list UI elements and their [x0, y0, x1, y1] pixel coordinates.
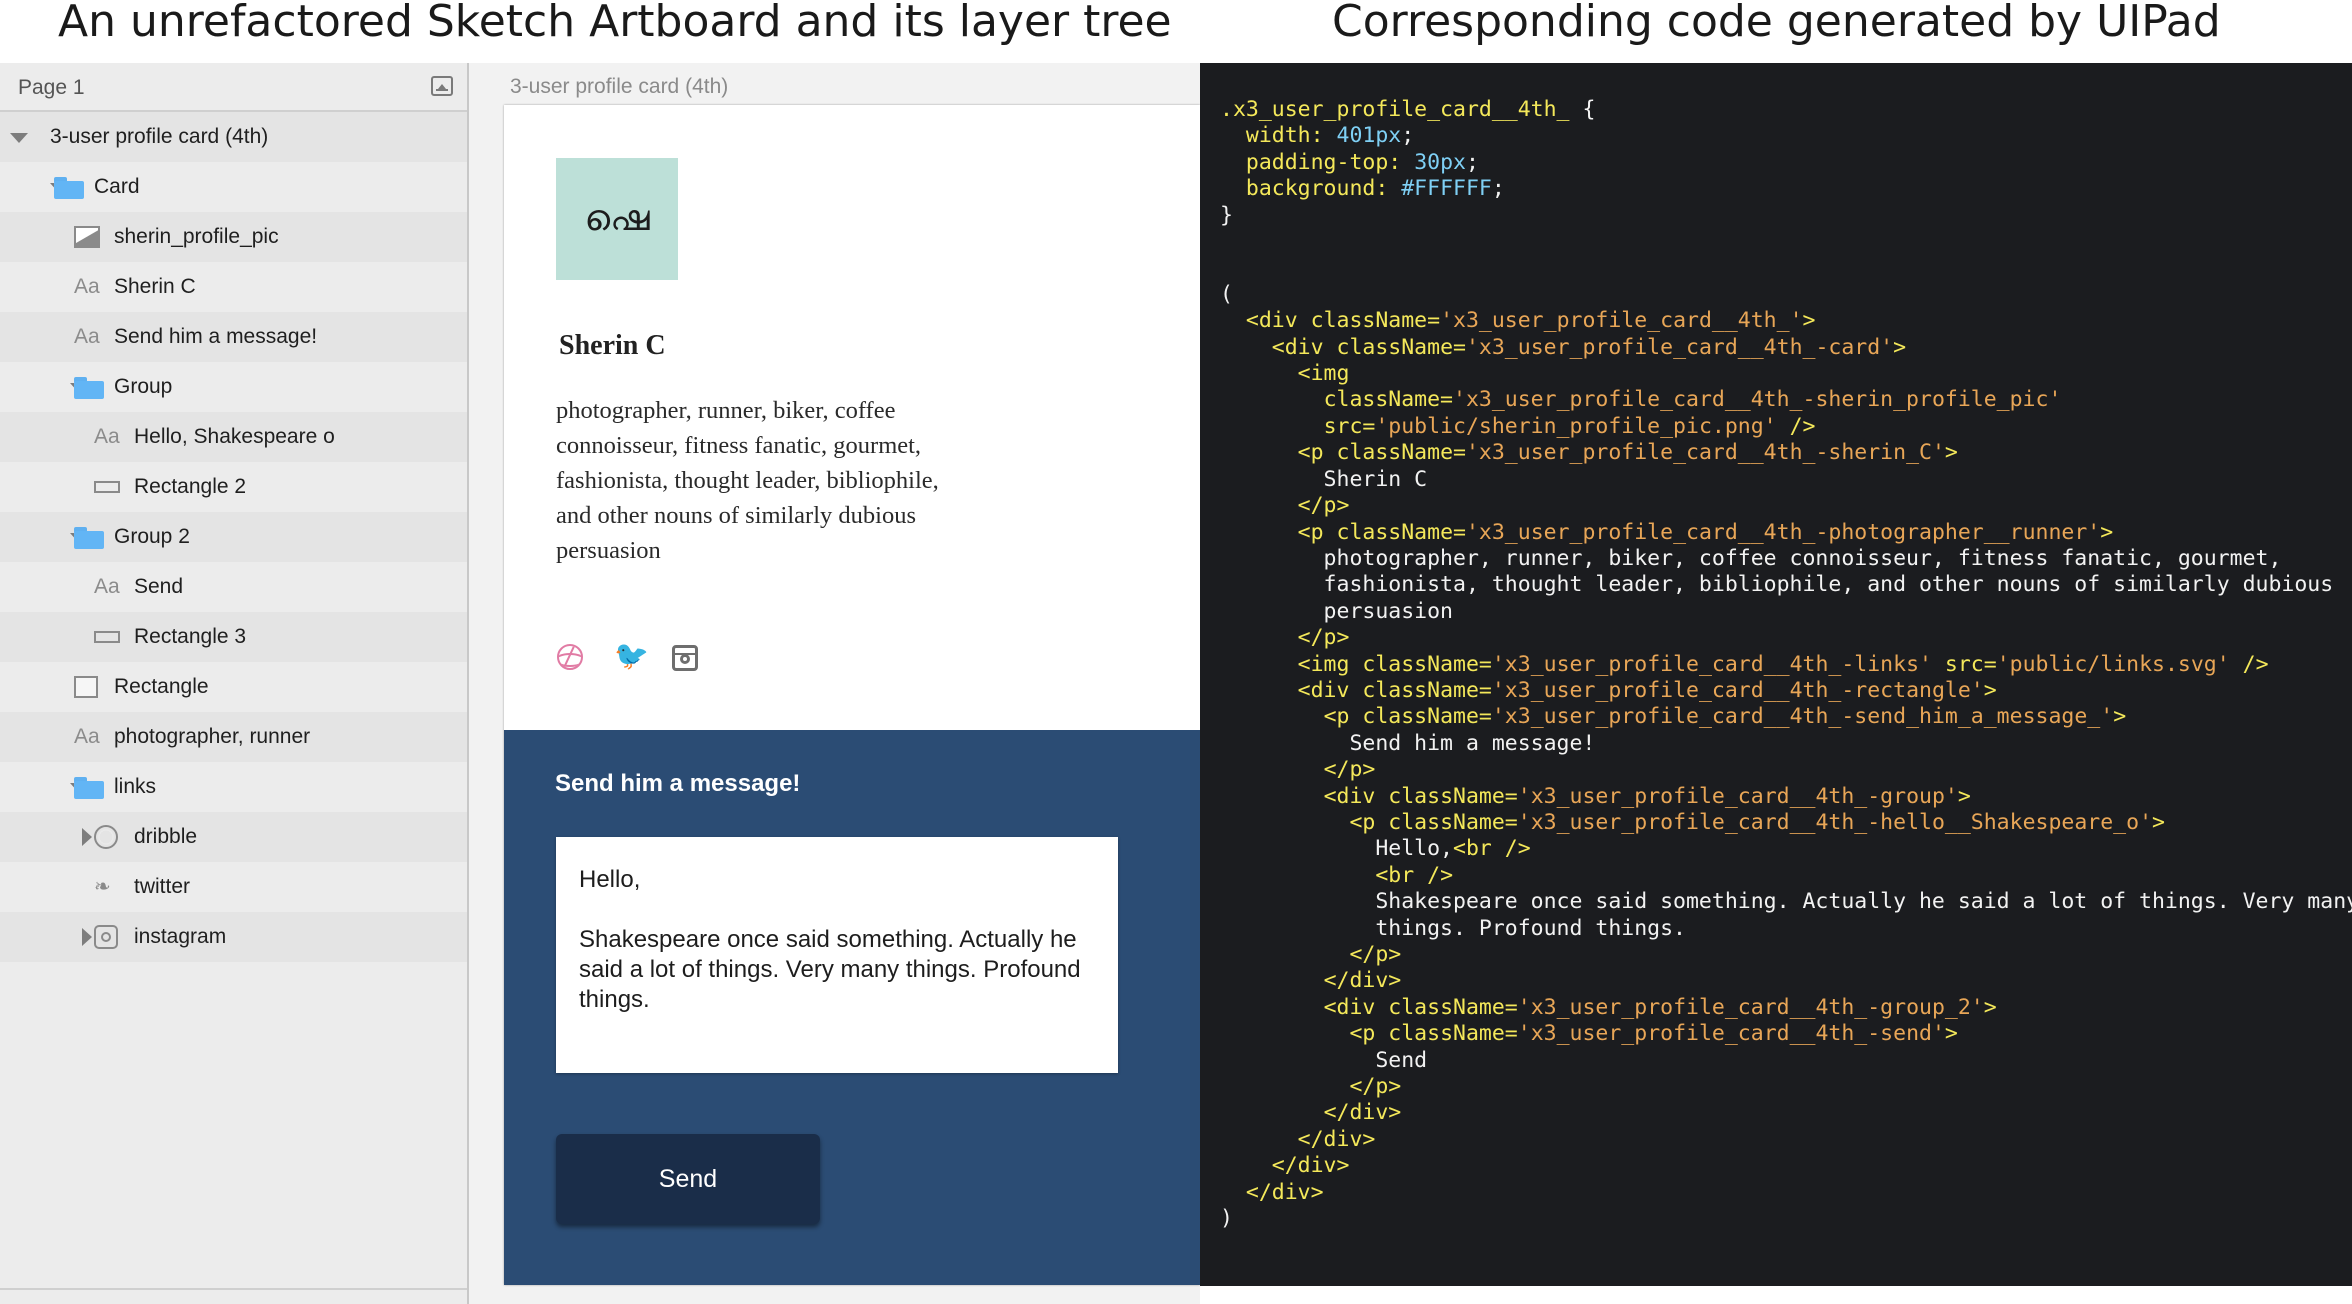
layer-row[interactable]: Aa photographer, runner: [0, 712, 467, 762]
message-title[interactable]: Send him a message!: [555, 770, 800, 798]
folder-icon: [74, 777, 104, 799]
code-block[interactable]: .x3_user_profile_card__4th_ { width: 401…: [1220, 97, 2352, 1232]
layer-row[interactable]: Aa Hello, Shakespeare o: [0, 412, 467, 462]
layer-row[interactable]: Rectangle 3: [0, 612, 467, 662]
layer-label: Hello, Shakespeare o: [134, 425, 335, 448]
twitter-icon[interactable]: 🐦: [614, 639, 649, 673]
twitter-icon: ❧: [94, 876, 111, 898]
layer-label: Card: [94, 175, 140, 198]
dribbble-icon: [94, 825, 118, 849]
rectangle-icon: [94, 481, 120, 493]
profile-name[interactable]: Sherin C: [559, 330, 666, 362]
text-layer-icon: Aa: [74, 725, 100, 748]
rectangle-icon: [94, 631, 120, 643]
layer-label: Rectangle 2: [134, 475, 247, 498]
layer-row[interactable]: Aa Sherin C: [0, 262, 467, 312]
caption-right: Corresponding code generated by UIPad: [1332, 0, 2221, 47]
layer-label: photographer, runner: [114, 725, 311, 748]
canvas: 3-user profile card (4th) ഷെ Sherin C ph…: [469, 63, 1200, 1304]
layer-row[interactable]: Card: [0, 162, 467, 212]
collapse-triangle-icon[interactable]: [82, 828, 92, 846]
layer-row[interactable]: dribble: [0, 812, 467, 862]
layer-label: links: [114, 775, 157, 798]
folder-icon: [54, 177, 84, 199]
layer-label: instagram: [134, 925, 227, 948]
collapse-triangle-icon[interactable]: [82, 928, 92, 946]
text-layer-icon: Aa: [94, 575, 120, 598]
layer-label: Group: [114, 375, 173, 398]
layer-row[interactable]: ❧ twitter: [0, 862, 467, 912]
code-panel: .x3_user_profile_card__4th_ { width: 401…: [1200, 63, 2352, 1286]
layer-row[interactable]: Aa Send him a message!: [0, 312, 467, 362]
caption-left: An unrefactored Sketch Artboard and its …: [58, 0, 1172, 47]
folder-icon: [74, 377, 104, 399]
layer-row[interactable]: Rectangle: [0, 662, 467, 712]
layer-row[interactable]: Aa Send: [0, 562, 467, 612]
layer-list: 3-user profile card (4th) Card sherin_prof…: [0, 112, 467, 962]
rectangle-icon: [74, 676, 98, 698]
message-section: Send him a message! Hello, Shakespeare o…: [504, 730, 1200, 1285]
layer-row[interactable]: instagram: [0, 912, 467, 962]
instagram-icon: [94, 925, 118, 949]
artboard[interactable]: ഷെ Sherin C photographer, runner, biker,…: [504, 105, 1200, 1285]
layer-label: sherin_profile_pic: [114, 225, 279, 248]
layer-row[interactable]: Rectangle 2: [0, 462, 467, 512]
text-layer-icon: Aa: [74, 275, 100, 298]
layer-row[interactable]: sherin_profile_pic: [0, 212, 467, 262]
layer-row[interactable]: Group 2: [0, 512, 467, 562]
layer-label: dribble: [134, 825, 198, 848]
artboard-title[interactable]: 3-user profile card (4th): [510, 75, 728, 99]
layer-label: Rectangle 3: [134, 625, 247, 648]
profile-pic[interactable]: ഷെ: [556, 158, 678, 280]
layer-label: Send: [134, 575, 184, 598]
image-icon: [74, 226, 100, 248]
page-selector[interactable]: Page 1: [0, 63, 467, 112]
layer-row[interactable]: links: [0, 762, 467, 812]
layer-label: Group 2: [114, 525, 190, 548]
expand-triangle-icon[interactable]: [10, 133, 28, 143]
page-label: Page 1: [18, 76, 85, 99]
profile-bio[interactable]: photographer, runner, biker, coffee conn…: [556, 393, 976, 568]
message-box[interactable]: Hello, Shakespeare once said something. …: [556, 837, 1118, 1073]
folder-icon: [74, 527, 104, 549]
social-links: 🐦: [554, 639, 714, 675]
layer-row[interactable]: 3-user profile card (4th): [0, 112, 467, 162]
layer-tree-panel: Page 1 3-user profile card (4th) Card sher…: [0, 63, 469, 1304]
layer-label: Rectangle: [114, 675, 209, 698]
layer-label: Send him a message!: [114, 325, 318, 348]
send-button[interactable]: Send: [556, 1134, 820, 1224]
message-body: Shakespeare once said something. Actuall…: [579, 926, 1081, 1013]
layer-row[interactable]: Group: [0, 362, 467, 412]
page-menu-icon[interactable]: [431, 76, 453, 96]
layer-panel-footer: [0, 1288, 467, 1304]
text-layer-icon: Aa: [94, 425, 120, 448]
instagram-icon[interactable]: [672, 645, 698, 671]
layer-label: Sherin C: [114, 275, 196, 298]
layer-label: 3-user profile card (4th): [50, 125, 269, 148]
dribbble-icon[interactable]: [557, 644, 583, 670]
layer-label: twitter: [134, 875, 191, 898]
message-greeting: Hello,: [579, 866, 641, 893]
text-layer-icon: Aa: [74, 325, 100, 348]
